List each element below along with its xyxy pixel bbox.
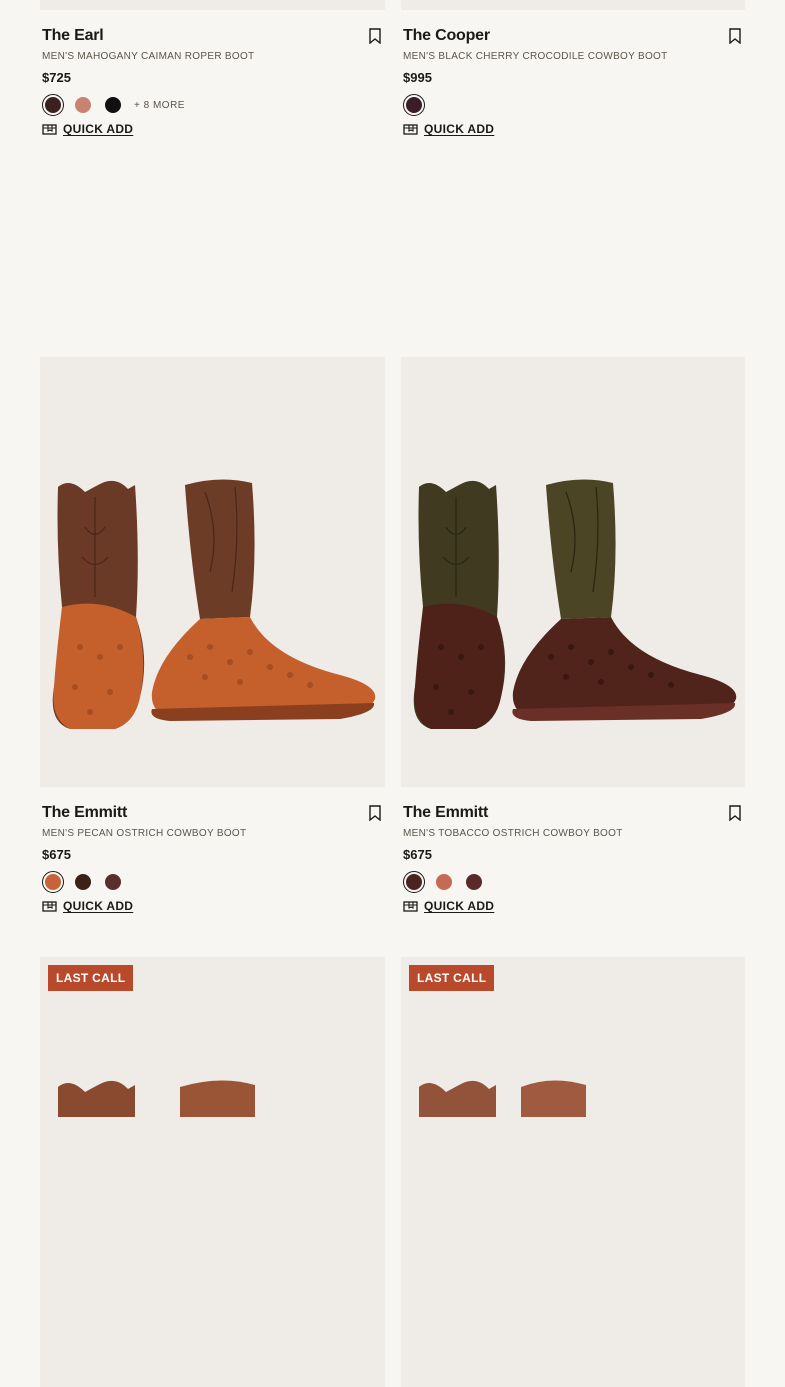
quick-add-button[interactable]: QUICK ADD	[42, 122, 383, 136]
product-name[interactable]: The Cooper	[403, 26, 743, 46]
color-swatch[interactable]	[72, 871, 94, 893]
swatch-color	[105, 874, 121, 890]
color-swatch[interactable]	[102, 871, 124, 893]
shipping-box-icon	[403, 901, 418, 912]
last-call-badge: LAST CALL	[48, 965, 134, 991]
quick-add-label: QUICK ADD	[424, 899, 495, 913]
product-image[interactable]	[401, 357, 745, 787]
product-card[interactable]: The Cooper MEN'S BLACK CHERRY CROCODILE …	[401, 0, 745, 136]
shipping-box-icon	[42, 901, 57, 912]
more-colors-link[interactable]: + 8 MORE	[134, 100, 185, 111]
color-swatch[interactable]	[433, 871, 455, 893]
quick-add-button[interactable]: QUICK ADD	[403, 122, 743, 136]
color-swatch[interactable]	[72, 94, 94, 116]
swatch-color	[75, 874, 91, 890]
color-swatch[interactable]	[463, 871, 485, 893]
color-swatch[interactable]	[403, 94, 425, 116]
product-price: $675	[42, 847, 71, 862]
bookmark-icon[interactable]	[728, 28, 742, 44]
product-image[interactable]	[40, 357, 385, 787]
product-image[interactable]: LAST CALL	[401, 957, 745, 1387]
product-card[interactable]: The Emmitt MEN'S TOBACCO OSTRICH COWBOY …	[401, 357, 745, 913]
color-swatches	[403, 94, 743, 116]
swatch-color	[406, 874, 422, 890]
boot-image	[52, 479, 376, 729]
product-price: $995	[403, 70, 432, 85]
quick-add-button[interactable]: QUICK ADD	[403, 899, 743, 913]
color-swatch[interactable]	[403, 871, 425, 893]
quick-add-label: QUICK ADD	[63, 899, 134, 913]
color-swatch[interactable]	[102, 94, 124, 116]
product-card[interactable]: LAST CALL	[40, 957, 385, 1387]
product-image[interactable]	[40, 0, 385, 10]
quick-add-label: QUICK ADD	[424, 122, 495, 136]
bookmark-icon[interactable]	[728, 805, 742, 821]
product-name[interactable]: The Earl	[42, 26, 383, 46]
color-swatch[interactable]	[42, 871, 64, 893]
quick-add-button[interactable]: QUICK ADD	[42, 899, 383, 913]
product-price: $675	[403, 847, 432, 862]
product-card[interactable]: The Earl MEN'S MAHOGANY CAIMAN ROPER BOO…	[40, 0, 385, 136]
color-swatch[interactable]	[42, 94, 64, 116]
swatch-color	[105, 97, 121, 113]
product-card[interactable]: The Emmitt MEN'S PECAN OSTRICH COWBOY BO…	[40, 357, 385, 913]
last-call-badge: LAST CALL	[409, 965, 495, 991]
swatch-color	[436, 874, 452, 890]
product-image[interactable]	[401, 0, 745, 10]
swatch-color	[45, 97, 61, 113]
bookmark-icon[interactable]	[368, 805, 382, 821]
quick-add-label: QUICK ADD	[63, 122, 134, 136]
shipping-box-icon	[42, 124, 57, 135]
shipping-box-icon	[403, 124, 418, 135]
boot-image	[413, 479, 737, 729]
swatch-color	[45, 874, 61, 890]
boot-image	[401, 0, 745, 10]
product-image[interactable]: LAST CALL	[40, 957, 385, 1387]
bookmark-icon[interactable]	[368, 28, 382, 44]
color-swatches	[403, 871, 743, 893]
boot-image	[40, 0, 385, 10]
swatch-color	[75, 97, 91, 113]
color-swatches: + 8 MORE	[42, 94, 383, 116]
product-subtitle: MEN'S PECAN OSTRICH COWBOY BOOT	[42, 828, 247, 839]
swatch-color	[406, 97, 422, 113]
color-swatches	[42, 871, 383, 893]
swatch-color	[466, 874, 482, 890]
product-price: $725	[42, 70, 71, 85]
product-subtitle: MEN'S MAHOGANY CAIMAN ROPER BOOT	[42, 51, 255, 62]
product-subtitle: MEN'S TOBACCO OSTRICH COWBOY BOOT	[403, 828, 623, 839]
product-name[interactable]: The Emmitt	[42, 803, 383, 823]
product-card[interactable]: LAST CALL	[401, 957, 745, 1387]
product-subtitle: MEN'S BLACK CHERRY CROCODILE COWBOY BOOT	[403, 51, 668, 62]
product-name[interactable]: The Emmitt	[403, 803, 743, 823]
